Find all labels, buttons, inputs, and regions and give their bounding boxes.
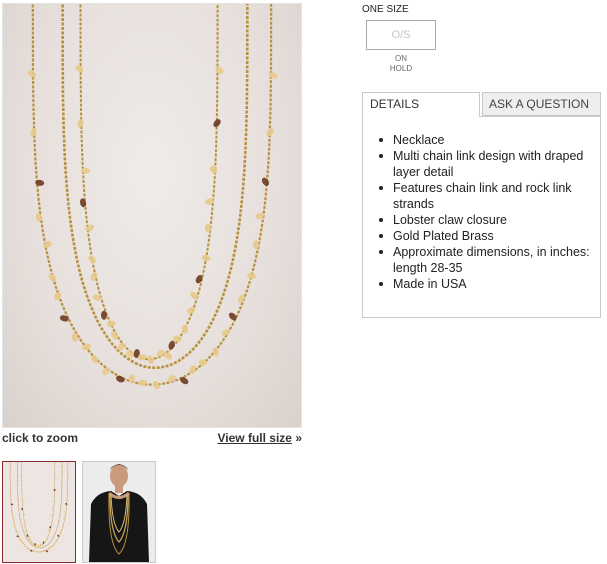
bullet-icon	[379, 154, 383, 158]
size-status: ON HOLD	[366, 54, 436, 74]
tab-ask-a-question[interactable]: ASK A QUESTION	[482, 92, 601, 116]
details-item-text: Gold Plated Brass	[393, 229, 494, 243]
details-item-text: Necklace	[393, 133, 445, 147]
bullet-icon	[379, 186, 383, 190]
details-item-text: Approximate dimensions, in inches: lengt…	[393, 245, 590, 275]
bullet-icon	[379, 138, 383, 142]
bullet-icon	[379, 250, 383, 254]
view-full-size-label: View full size	[217, 431, 292, 445]
bullet-icon	[379, 282, 383, 286]
click-to-zoom-hint: click to zoom	[2, 431, 79, 445]
details-item-text: Made in USA	[393, 277, 467, 291]
details-list-item: Features chain link and rock link strand…	[375, 180, 593, 212]
details-item-text: Features chain link and rock link strand…	[393, 181, 572, 211]
details-list-item: Necklace	[375, 132, 593, 148]
size-status-line1: ON	[395, 54, 407, 63]
size-label: ONE SIZE	[362, 4, 409, 15]
thumbnail-necklace[interactable]	[2, 461, 76, 563]
details-item-text: Lobster claw closure	[393, 213, 507, 227]
details-list-item: Lobster claw closure	[375, 212, 593, 228]
necklace-thumbnail-icon	[8, 462, 70, 554]
details-panel: Necklace Multi chain link design with dr…	[362, 116, 601, 318]
size-option-button[interactable]: O/S	[366, 20, 436, 50]
double-chevron-right-icon: »	[295, 431, 302, 445]
main-product-image[interactable]	[2, 3, 302, 428]
details-list: Necklace Multi chain link design with dr…	[375, 132, 593, 292]
details-list-item: Made in USA	[375, 276, 593, 292]
view-full-size-link[interactable]: View full size »	[217, 431, 302, 445]
necklace-photo-icon	[27, 4, 278, 390]
details-list-item: Approximate dimensions, in inches: lengt…	[375, 244, 593, 276]
model-wearing-necklace-thumbnail-icon	[83, 462, 155, 562]
details-list-item: Multi chain link design with draped laye…	[375, 148, 593, 180]
bullet-icon	[379, 234, 383, 238]
bullet-icon	[379, 218, 383, 222]
details-list-item: Gold Plated Brass	[375, 228, 593, 244]
size-status-line2: HOLD	[389, 64, 413, 73]
tab-details[interactable]: DETAILS	[362, 92, 480, 117]
thumbnail-model[interactable]	[82, 461, 156, 563]
details-item-text: Multi chain link design with draped laye…	[393, 149, 584, 179]
info-tabs: DETAILS ASK A QUESTION	[362, 92, 601, 117]
